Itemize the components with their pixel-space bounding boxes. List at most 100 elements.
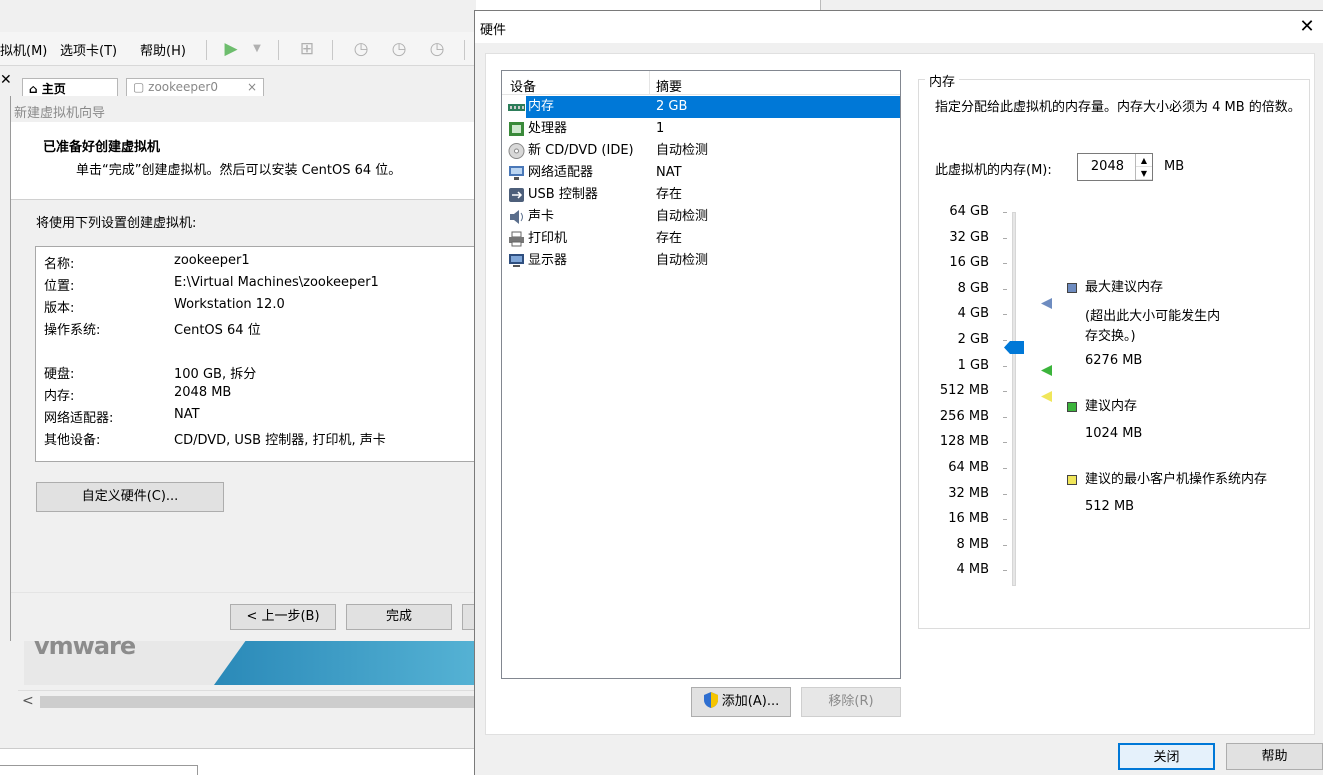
close-icon[interactable]: ✕ bbox=[1294, 14, 1320, 40]
tab-close-icon[interactable]: × bbox=[247, 80, 257, 94]
scale-label: 8 GB bbox=[957, 280, 989, 296]
scale-label: 4 GB bbox=[957, 306, 989, 322]
scale-tick bbox=[1003, 263, 1007, 265]
toolbar-separator bbox=[464, 40, 465, 60]
max-recommended-note: (超出此大小可能发生内存交换。) bbox=[1085, 309, 1221, 344]
min-guest-marker bbox=[1041, 391, 1052, 402]
scale-tick bbox=[1003, 237, 1007, 239]
device-row-processor[interactable]: 处理器 1 bbox=[502, 118, 900, 140]
scale-tick bbox=[1003, 314, 1007, 316]
back-button[interactable]: < 上一步(B) bbox=[230, 604, 336, 630]
max-recommended-value: 6276 MB bbox=[1085, 353, 1143, 368]
menu-help[interactable]: 帮助(H) bbox=[140, 40, 186, 59]
status-pane bbox=[0, 748, 476, 775]
scale-label: 512 MB bbox=[939, 383, 989, 399]
device-list-header: 设备 摘要 bbox=[502, 71, 900, 95]
max-recommended-marker bbox=[1041, 298, 1052, 309]
recommended-value: 1024 MB bbox=[1085, 426, 1143, 441]
menu-vm[interactable]: 拟机(M) bbox=[0, 40, 47, 59]
max-recommended-label: 最大建议内存 bbox=[1085, 280, 1164, 295]
spin-up-icon[interactable]: ▲ bbox=[1136, 154, 1152, 167]
settings-summary: 名称: zookeeper1 位置: E:\Virtual Machines\zoo… bbox=[35, 246, 476, 462]
device-row-memory[interactable]: 内存 2 GB bbox=[502, 96, 900, 118]
scale-label: 16 GB bbox=[949, 255, 989, 271]
toolbar-separator bbox=[278, 40, 279, 60]
wizard-header: 已准备好创建虚拟机 单击“完成”创建虚拟机。然后可以安装 CentOS 64 位… bbox=[11, 122, 476, 200]
horizontal-scrollbar[interactable]: < bbox=[18, 690, 476, 712]
device-row-network[interactable]: 网络适配器 NAT bbox=[502, 162, 900, 184]
device-row-display[interactable]: 显示器 自动检测 bbox=[502, 250, 900, 272]
min-guest-value: 512 MB bbox=[1085, 499, 1135, 514]
memory-stepper[interactable]: ▲ ▼ bbox=[1135, 154, 1152, 180]
memory-description: 指定分配给此虚拟机的内存量。内存大小必须为 4 MB 的倍数。 bbox=[935, 100, 1301, 115]
new-vm-wizard: 新建虚拟机向导 已准备好创建虚拟机 单击“完成”创建虚拟机。然后可以安装 Cen… bbox=[10, 96, 476, 641]
vmware-logo: vmware bbox=[34, 632, 136, 660]
scroll-thumb[interactable] bbox=[40, 696, 476, 708]
device-row-usb[interactable]: USB 控制器 存在 bbox=[502, 184, 900, 206]
scale-label: 8 MB bbox=[956, 536, 989, 552]
display-icon bbox=[509, 254, 524, 267]
scale-label: 32 MB bbox=[948, 485, 989, 501]
customize-hardware-button[interactable]: 自定义硬件(C)... bbox=[36, 482, 224, 512]
scale-label: 128 MB bbox=[939, 434, 989, 450]
remove-button[interactable]: 移除(R) bbox=[801, 687, 901, 717]
spin-down-icon[interactable]: ▼ bbox=[1136, 167, 1152, 180]
scale-tick bbox=[1003, 365, 1007, 367]
close-button[interactable]: 关闭 bbox=[1118, 743, 1215, 770]
snapshot-icon[interactable]: ◷ bbox=[350, 38, 372, 60]
hardware-dialog: 硬件 ✕ 设备 摘要 内存 2 GB 处理器 1 新 CD/DVD (IDE) bbox=[474, 10, 1323, 775]
device-row-printer[interactable]: 打印机 存在 bbox=[502, 228, 900, 250]
toolbar-separator bbox=[332, 40, 333, 60]
memory-slider-thumb[interactable] bbox=[1004, 341, 1024, 354]
window-edge bbox=[476, 0, 821, 10]
scale-tick bbox=[1003, 442, 1007, 444]
cd-icon bbox=[508, 143, 525, 159]
scale-tick bbox=[1003, 468, 1007, 469]
add-button[interactable]: 添加(A)... bbox=[691, 687, 791, 717]
usb-icon bbox=[509, 188, 524, 202]
min-guest-swatch bbox=[1067, 475, 1077, 485]
dialog-body: 设备 摘要 内存 2 GB 处理器 1 新 CD/DVD (IDE) 自动检测 bbox=[485, 53, 1315, 735]
recommended-label: 建议内存 bbox=[1085, 399, 1138, 414]
snapshot-manager-icon[interactable]: ◷ bbox=[426, 38, 448, 60]
scale-tick bbox=[1003, 519, 1007, 521]
scale-tick bbox=[1003, 493, 1007, 495]
device-list: 设备 摘要 内存 2 GB 处理器 1 新 CD/DVD (IDE) 自动检测 bbox=[501, 70, 901, 679]
printer-icon bbox=[509, 231, 524, 247]
wizard-intro: 将使用下列设置创建虚拟机: bbox=[36, 216, 197, 231]
wizard-subheading: 单击“完成”创建虚拟机。然后可以安装 CentOS 64 位。 bbox=[76, 163, 402, 178]
scale-label: 4 MB bbox=[956, 562, 989, 578]
scale-label: 256 MB bbox=[939, 408, 989, 424]
cpu-icon bbox=[509, 122, 524, 136]
vmware-main-window: 拟机(M) 选项卡(T) 帮助(H) ▶ ▼ ⊞ ◷ ◷ ◷ ✕ ⌂ 主页 ▢ … bbox=[0, 0, 476, 775]
help-button[interactable]: 帮助 bbox=[1226, 743, 1323, 770]
shield-icon bbox=[703, 692, 718, 708]
memory-icon bbox=[508, 104, 525, 111]
scale-tick bbox=[1003, 416, 1007, 418]
column-summary[interactable]: 摘要 bbox=[656, 76, 682, 95]
send-keys-icon[interactable]: ⊞ bbox=[296, 38, 318, 60]
menu-tabs[interactable]: 选项卡(T) bbox=[60, 40, 117, 59]
scale-label: 64 MB bbox=[948, 460, 989, 475]
chevron-down-icon[interactable]: ▼ bbox=[246, 38, 268, 60]
scale-tick bbox=[1003, 340, 1007, 341]
wizard-title: 新建虚拟机向导 bbox=[14, 106, 106, 121]
vm-icon: ▢ bbox=[133, 80, 149, 94]
device-row-sound[interactable]: 声卡 自动检测 bbox=[502, 206, 900, 228]
memory-slider-track[interactable] bbox=[1012, 212, 1016, 586]
play-icon[interactable]: ▶ bbox=[220, 38, 242, 60]
scale-tick bbox=[1003, 391, 1007, 393]
finish-button[interactable]: 完成 bbox=[346, 604, 452, 630]
scroll-left-icon[interactable]: < bbox=[22, 693, 34, 709]
dialog-titlebar: 硬件 ✕ bbox=[475, 11, 1323, 43]
scale-tick bbox=[1003, 570, 1007, 572]
scale-tick bbox=[1003, 212, 1007, 213]
scale-label: 16 MB bbox=[948, 511, 989, 527]
wizard-heading: 已准备好创建虚拟机 bbox=[43, 140, 161, 155]
revert-snapshot-icon[interactable]: ◷ bbox=[388, 38, 410, 60]
divider bbox=[11, 592, 476, 593]
column-device[interactable]: 设备 bbox=[510, 76, 536, 95]
scale-label: 32 GB bbox=[949, 229, 989, 245]
scale-label: 64 GB bbox=[949, 204, 989, 219]
device-row-cd-dvd[interactable]: 新 CD/DVD (IDE) 自动检测 bbox=[502, 140, 900, 162]
